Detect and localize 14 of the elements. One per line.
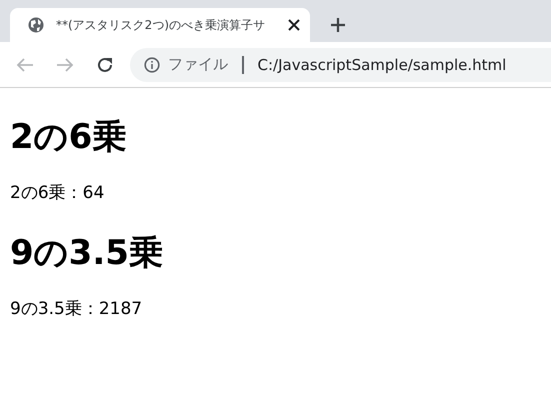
info-icon[interactable] (144, 56, 160, 72)
address-bar[interactable]: ファイル C:/JavascriptSample/sample.html (130, 48, 551, 82)
close-icon[interactable] (288, 19, 300, 31)
browser-tab[interactable]: **(アスタリスク2つ)のべき乗演算子サ (10, 8, 310, 42)
globe-icon (28, 17, 44, 33)
result-text: 9の3.5乗：2187 (10, 298, 144, 321)
reload-icon[interactable] (96, 56, 114, 74)
page-heading: 2の6乗 (10, 116, 128, 159)
result-text: 2の6乗：64 (10, 182, 106, 204)
scheme-label: ファイル (168, 55, 228, 74)
url-text: C:/JavascriptSample/sample.html (258, 56, 506, 74)
page-heading: 9の3.5乗 (10, 232, 164, 276)
new-tab-icon[interactable] (330, 17, 346, 33)
tab-title: **(アスタリスク2つ)のべき乗演算子サ (56, 16, 266, 34)
